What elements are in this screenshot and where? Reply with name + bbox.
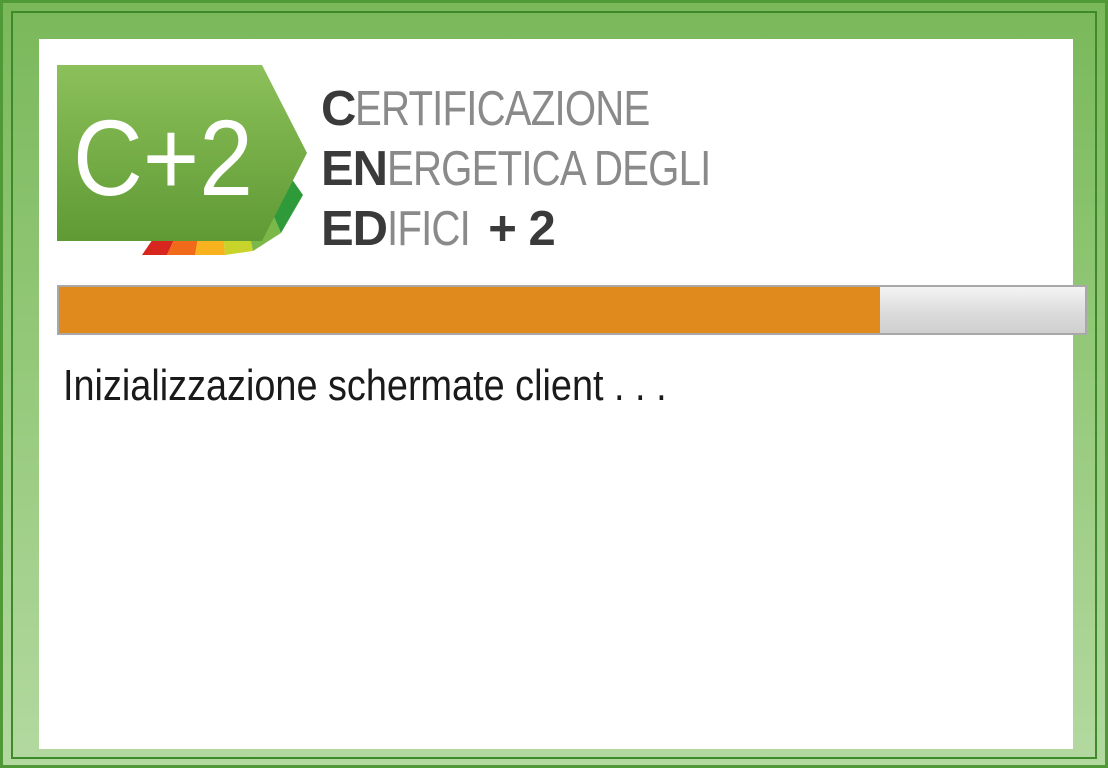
wordmark-line-2: ENERGETICA DEGLI [321,142,711,196]
loading-status-text: Inizializzazione schermate client . . . [63,361,667,410]
splash-panel: C+2 CERTIFICAZIONE ENERGETICA DEGLI EDIF… [39,39,1087,749]
logo-wordmark: CERTIFICAZIONE ENERGETICA DEGLI EDIFICI … [321,79,1021,259]
logo-badge-text: C+2 [73,97,253,218]
progress-fill [59,287,880,333]
splash-window: C+2 CERTIFICAZIONE ENERGETICA DEGLI EDIF… [0,0,1108,768]
c2-logo: C+2 [57,65,307,255]
wordmark-line-3: EDIFICI + 2 [321,202,556,256]
wordmark-line-1: CERTIFICAZIONE [321,82,651,136]
loading-progress-bar [57,285,1087,335]
